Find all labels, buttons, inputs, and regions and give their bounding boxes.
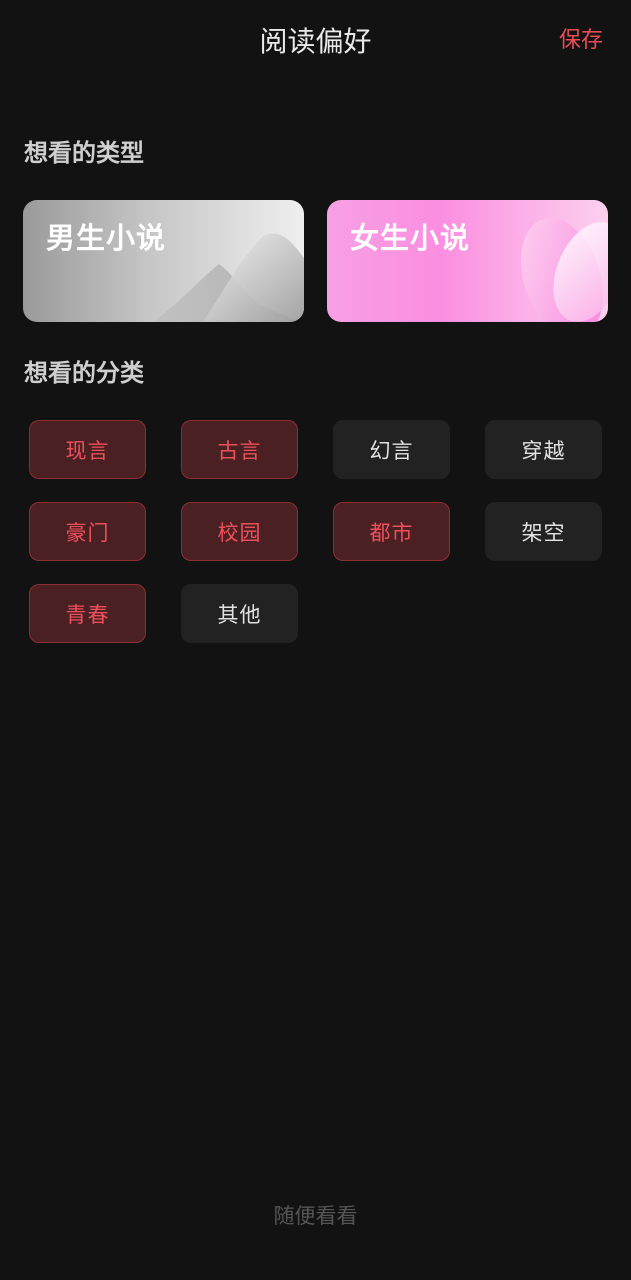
tag-guyan[interactable]: 古言 [181, 420, 298, 479]
top-bar: 阅读偏好 保存 [0, 0, 631, 84]
tag-dushi[interactable]: 都市 [333, 502, 450, 561]
category-section-title: 想看的分类 [24, 359, 144, 387]
page-title: 阅读偏好 [259, 25, 372, 58]
save-button[interactable]: 保存 [559, 26, 603, 56]
browse-randomly-button[interactable]: 随便看看 [0, 1200, 631, 1232]
female-novel-card[interactable]: 女生小说 [327, 200, 608, 322]
tag-qingchun[interactable]: 青春 [29, 584, 146, 643]
type-section-title: 想看的类型 [24, 139, 144, 167]
male-novel-label: 男生小说 [46, 221, 167, 255]
tag-xiaoyuan[interactable]: 校园 [181, 502, 298, 561]
tag-jiakong[interactable]: 架空 [485, 502, 602, 561]
tag-huanyan[interactable]: 幻言 [333, 420, 450, 479]
tag-qita[interactable]: 其他 [181, 584, 298, 643]
male-novel-card[interactable]: 男生小说 [23, 200, 304, 322]
tag-xianyan[interactable]: 现言 [29, 420, 146, 479]
tag-chuanyue[interactable]: 穿越 [485, 420, 602, 479]
tag-haomen[interactable]: 豪门 [29, 502, 146, 561]
female-novel-label: 女生小说 [350, 221, 471, 255]
